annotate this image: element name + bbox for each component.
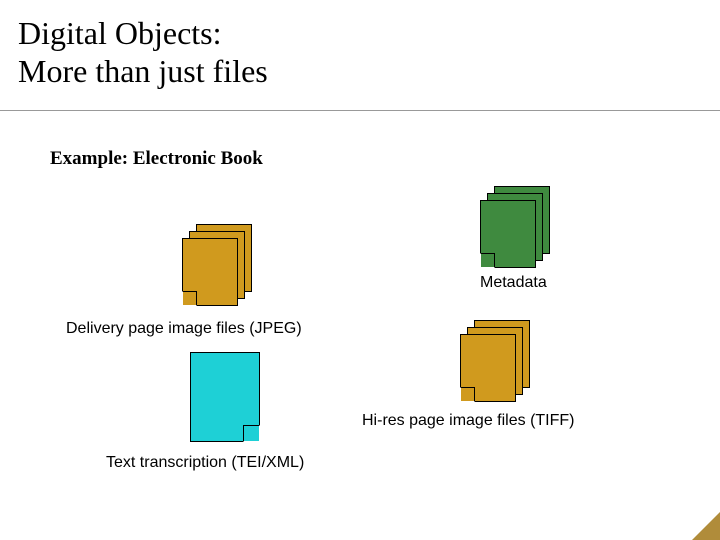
slide-title-line1: Digital Objects: — [18, 14, 702, 52]
title-block: Digital Objects: More than just files — [0, 0, 720, 101]
slide-container: Digital Objects: More than just files Ex… — [0, 0, 720, 540]
corner-accent-icon — [692, 512, 720, 540]
hires-caption: Hi-res page image files (TIFF) — [362, 412, 575, 430]
slide-title-line2: More than just files — [18, 52, 702, 90]
delivery-caption: Delivery page image files (JPEG) — [66, 320, 302, 338]
example-heading: Example: Electronic Book — [50, 148, 263, 170]
transcription-caption: Text transcription (TEI/XML) — [106, 454, 304, 472]
divider — [0, 110, 720, 111]
transcription-file-icon — [190, 352, 260, 442]
metadata-caption: Metadata — [480, 274, 547, 292]
